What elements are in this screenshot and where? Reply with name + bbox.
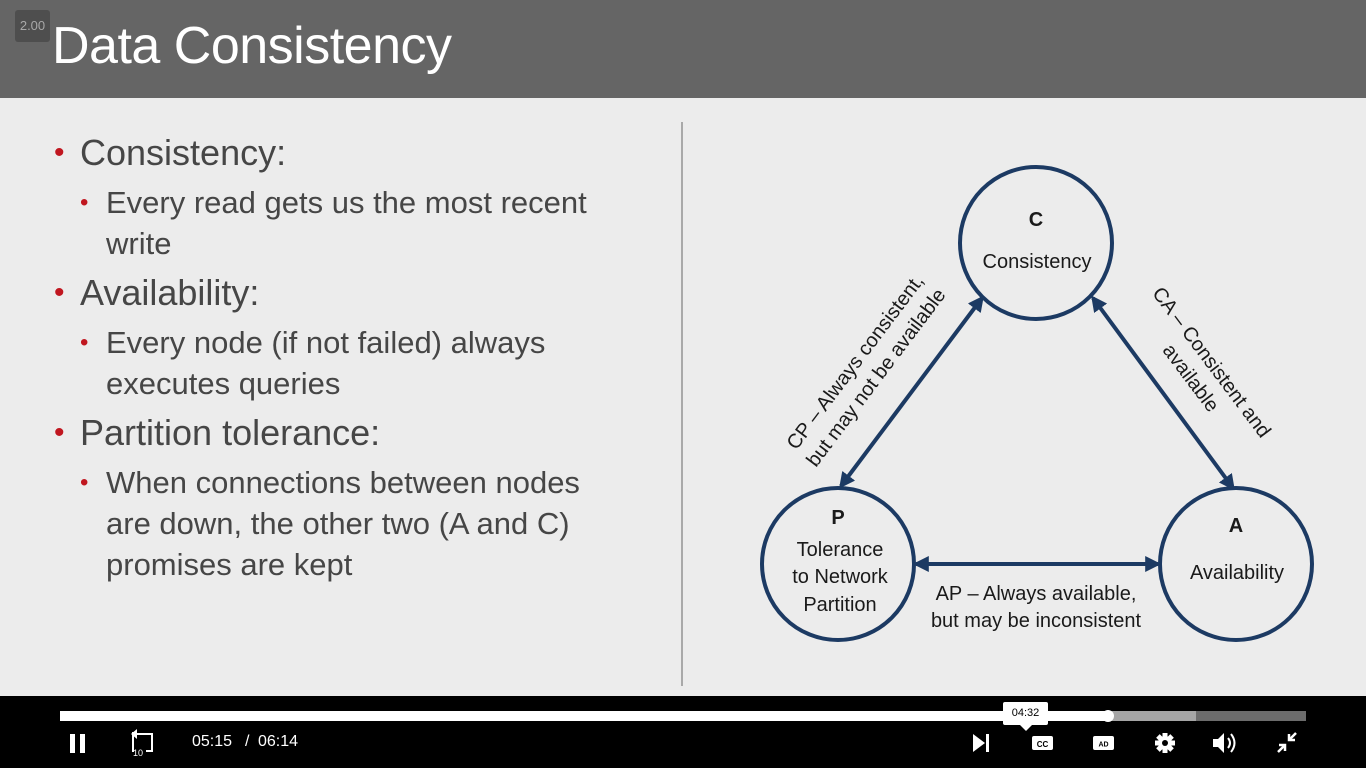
cap-triangle-diagram: C Consistency P Tolerance to Network Par… — [760, 165, 1314, 642]
closed-captions-button[interactable]: CC — [1030, 726, 1056, 760]
a-node-name: Availability — [1190, 562, 1284, 584]
replay-10-button[interactable]: 10 — [124, 726, 160, 760]
p-node-name-line: to Network — [792, 566, 889, 588]
exit-fullscreen-icon — [1277, 732, 1297, 753]
pause-button[interactable] — [64, 726, 94, 760]
cp-edge-label-line: CP – Always consistent, — [783, 270, 929, 453]
gear-icon — [1155, 733, 1175, 753]
current-time: 05:15 — [192, 733, 233, 750]
svg-text:CC: CC — [1037, 740, 1049, 749]
seek-handle[interactable] — [1102, 710, 1114, 722]
time-separator: / — [245, 733, 250, 750]
total-time: 06:14 — [258, 733, 299, 750]
p-node-name-line: Partition — [803, 594, 876, 616]
p-node-letter: P — [831, 507, 844, 529]
played-progress — [60, 711, 1108, 721]
audio-description-icon: AD — [1093, 736, 1114, 750]
settings-button[interactable] — [1152, 726, 1178, 760]
ap-edge-label-line: AP – Always available, — [936, 583, 1137, 605]
svg-text:AD: AD — [1098, 742, 1108, 749]
closed-captions-icon: CC — [1032, 736, 1053, 750]
skip-next-icon — [973, 734, 989, 752]
volume-button[interactable] — [1211, 726, 1241, 760]
cp-edge-label-line: but may not be available — [802, 285, 950, 471]
ap-edge-label-line: but may be inconsistent — [931, 610, 1142, 632]
exit-fullscreen-button[interactable] — [1275, 726, 1301, 760]
replay-seconds-label: 10 — [133, 748, 143, 758]
p-node-name-line: Tolerance — [797, 539, 884, 561]
seek-bar[interactable]: 04:32 — [60, 702, 1306, 731]
next-button[interactable] — [968, 726, 994, 760]
seek-hover-time-tooltip: 04:32 — [1003, 702, 1048, 731]
c-node-name: Consistency — [983, 251, 1092, 273]
volume-icon — [1213, 733, 1236, 753]
audio-description-button[interactable]: AD — [1091, 726, 1117, 760]
replay-10-icon: 10 — [131, 729, 153, 758]
slide: 2.00 Data Consistency • Consistency: • Eve… — [0, 0, 1366, 696]
pause-icon — [70, 734, 85, 753]
c-node-circle — [958, 165, 1114, 321]
player-control-bar: 04:32 10 05:15 / 06:14 CC AD — [0, 696, 1366, 768]
a-node-letter: A — [1229, 515, 1243, 537]
c-node-letter: C — [1029, 209, 1043, 231]
